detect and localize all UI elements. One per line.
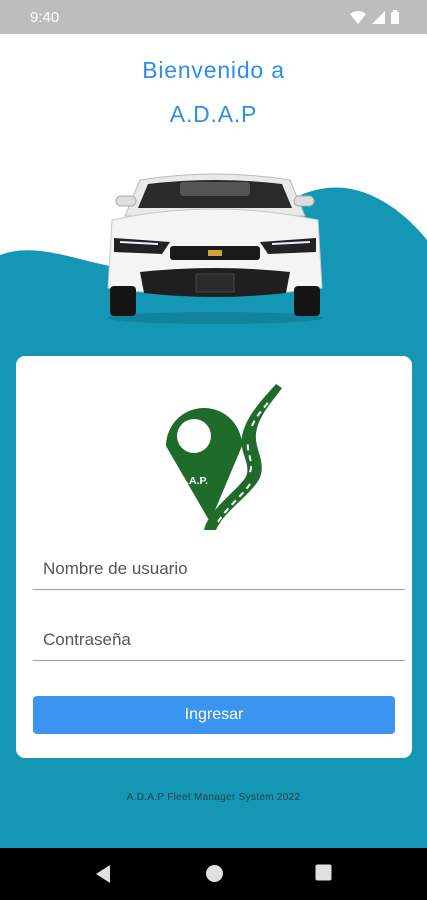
password-input[interactable] (33, 620, 405, 661)
navigation-bar (0, 848, 427, 900)
status-bar: 9:40 (0, 0, 427, 34)
home-icon[interactable] (205, 864, 224, 883)
login-card: A.D.A.P. Ingresar (16, 356, 412, 758)
status-icons (350, 10, 399, 24)
username-input[interactable] (33, 549, 405, 590)
login-button[interactable]: Ingresar (33, 696, 395, 734)
adap-logo: A.D.A.P. (166, 384, 282, 530)
signal-icon (372, 10, 385, 24)
wifi-icon (350, 10, 366, 24)
back-icon[interactable] (94, 864, 112, 884)
svg-text:A.D.A.P.: A.D.A.P. (168, 475, 208, 487)
app-name-title: A.D.A.P (169, 101, 258, 127)
footer-text: A.D.A.P Fleet Manager System 2022 (126, 792, 301, 803)
car-image (107, 173, 323, 324)
status-time: 9:40 (30, 9, 60, 26)
battery-icon (391, 10, 399, 24)
welcome-title: Bienvenido a (142, 57, 285, 83)
recents-icon[interactable] (315, 864, 332, 881)
